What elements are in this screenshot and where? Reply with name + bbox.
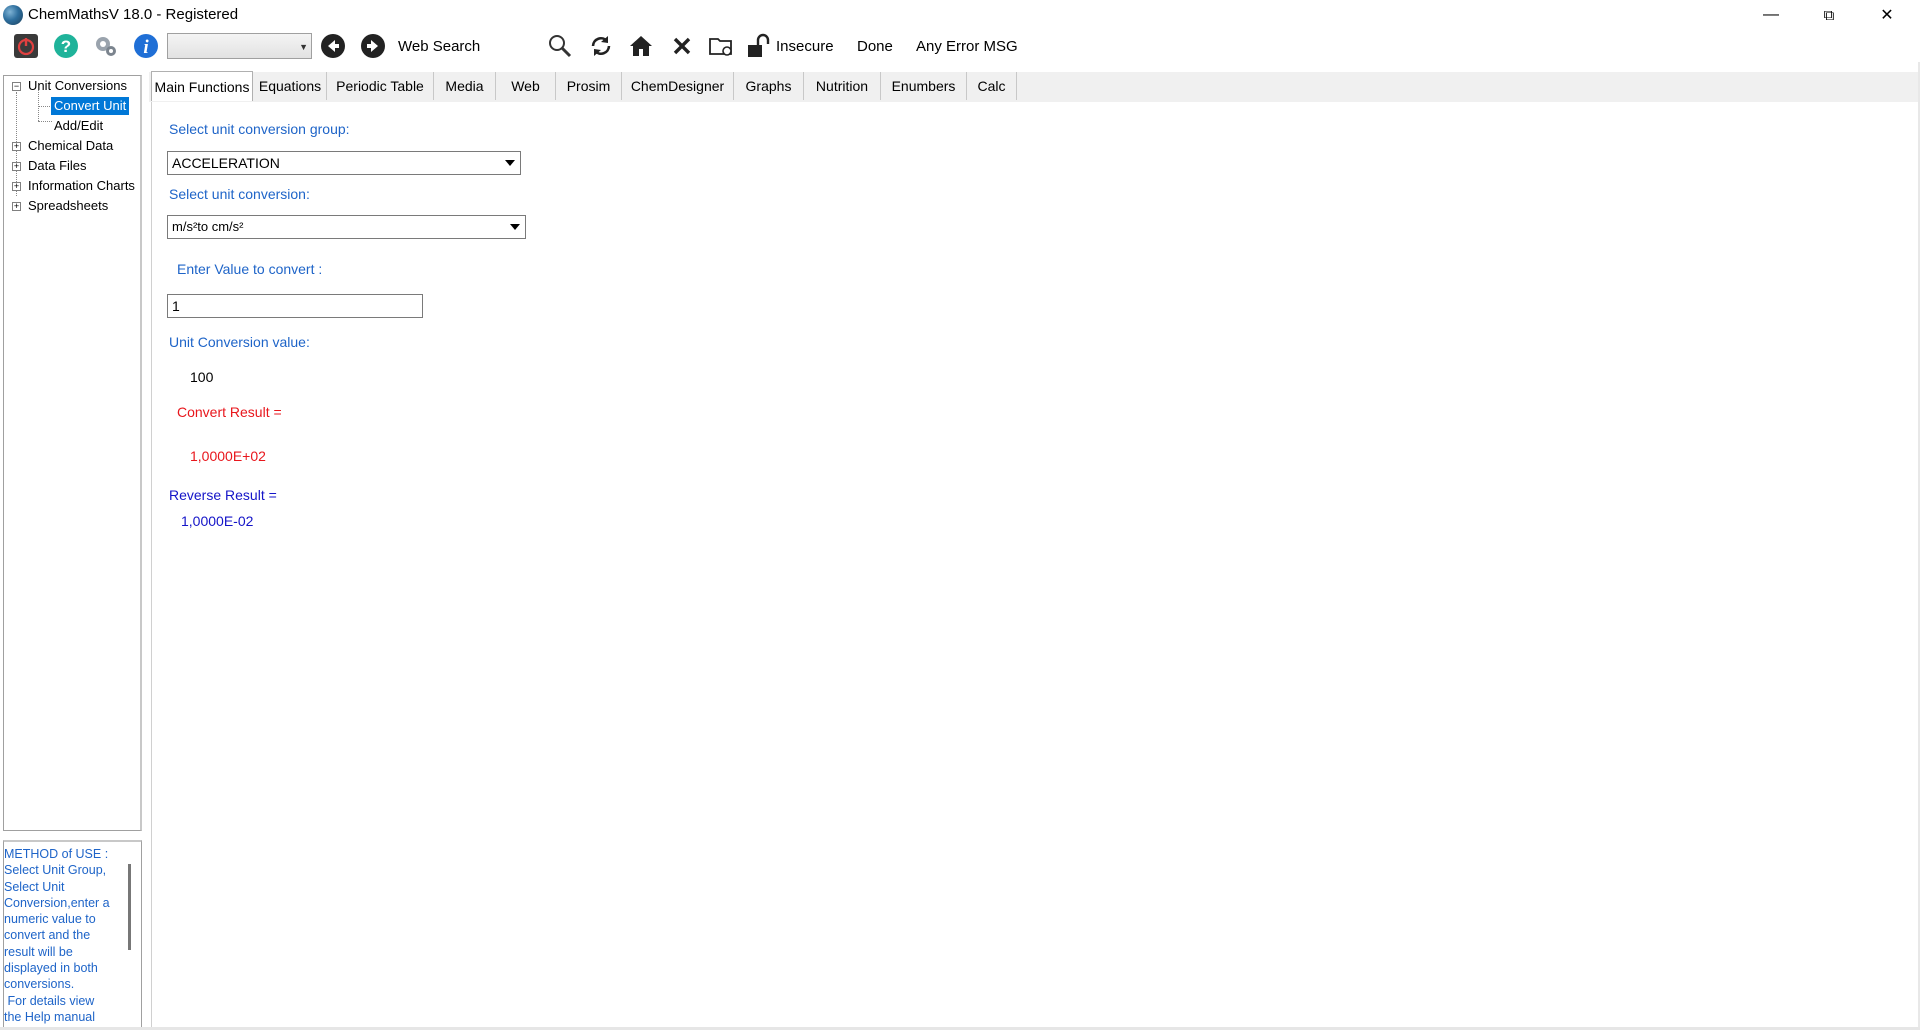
conversion-label: Select unit conversion:	[169, 186, 310, 202]
title-bar: ChemMathsV 18.0 - Registered — ⧉ ✕	[0, 0, 1920, 30]
window-title: ChemMathsV 18.0 - Registered	[28, 6, 239, 23]
tab-strip: Main Functions Equations Periodic Table …	[149, 71, 1920, 102]
back-arrow-icon[interactable]	[320, 33, 346, 59]
conversion-value-label: Unit Conversion value:	[169, 334, 310, 350]
unit-conversion-select[interactable]: m/s²to cm/s²	[167, 215, 526, 239]
convert-result-label: Convert Result =	[177, 404, 282, 420]
tab-graphs[interactable]: Graphs	[734, 72, 804, 100]
magnifier-icon[interactable]	[547, 33, 573, 59]
toolbar-combo[interactable]: ▼	[167, 33, 312, 59]
reverse-result-label: Reverse Result =	[169, 487, 277, 503]
method-of-use-text: METHOD of USE : Select Unit Group, Selec…	[4, 847, 110, 1024]
unlock-icon[interactable]	[745, 33, 771, 59]
done-status: Done	[857, 38, 893, 55]
toolbar: ? i ▼ Web Search Insecure Done Any Error…	[0, 30, 1920, 62]
tab-nutrition[interactable]: Nutrition	[804, 72, 881, 100]
minimize-button[interactable]: —	[1742, 0, 1800, 30]
collapse-toggle-icon[interactable]: −	[12, 82, 21, 91]
svg-text:?: ?	[61, 37, 71, 56]
tree-item-spreadsheets[interactable]: Spreadsheets	[28, 197, 108, 215]
tab-prosim[interactable]: Prosim	[556, 72, 622, 100]
convert-result-value: 1,0000E+02	[190, 448, 266, 464]
tab-equations[interactable]: Equations	[254, 72, 327, 100]
enter-value-label: Enter Value to convert :	[177, 261, 323, 277]
conversion-value: 100	[190, 369, 214, 385]
insecure-label: Insecure	[776, 38, 834, 55]
power-icon[interactable]	[13, 33, 39, 59]
reverse-result-value: 1,0000E-02	[181, 513, 254, 529]
tree-item-unit-conversions[interactable]: Unit Conversions	[28, 77, 127, 95]
tab-calc[interactable]: Calc	[967, 72, 1017, 100]
tree-item-convert-unit[interactable]: Convert Unit	[51, 97, 130, 115]
expand-toggle-icon[interactable]: +	[12, 162, 21, 171]
web-search-label[interactable]: Web Search	[398, 38, 480, 55]
chevron-down-icon: ▼	[299, 42, 308, 52]
svg-text:i: i	[143, 37, 149, 58]
expand-toggle-icon[interactable]: +	[12, 202, 21, 211]
stop-icon[interactable]	[669, 33, 695, 59]
tab-enumbers[interactable]: Enumbers	[881, 72, 967, 100]
navigation-tree: − Unit Conversions Convert Unit Add/Edit…	[3, 75, 142, 831]
main-functions-panel: Select unit conversion group: ACCELERATI…	[151, 102, 1920, 1027]
expand-toggle-icon[interactable]: +	[12, 142, 21, 151]
info-icon[interactable]: i	[133, 33, 159, 59]
close-button[interactable]: ✕	[1858, 0, 1916, 30]
tree-item-chemical-data[interactable]: Chemical Data	[28, 137, 113, 155]
tab-media[interactable]: Media	[434, 72, 496, 100]
chevron-down-icon	[506, 217, 524, 237]
unit-group-select[interactable]: ACCELERATION	[167, 151, 521, 175]
folder-icon[interactable]	[708, 33, 734, 59]
value-input[interactable]: 1	[167, 294, 423, 318]
tab-web[interactable]: Web	[496, 72, 556, 100]
help-icon[interactable]: ?	[53, 33, 79, 59]
tree-line	[38, 121, 52, 122]
group-label: Select unit conversion group:	[169, 121, 350, 137]
tools-icon[interactable]	[93, 33, 119, 59]
error-message: Any Error MSG	[916, 38, 1018, 55]
tab-periodic-table[interactable]: Periodic Table	[327, 72, 434, 100]
refresh-icon[interactable]	[588, 33, 614, 59]
tab-chemdesigner[interactable]: ChemDesigner	[622, 72, 734, 100]
home-icon[interactable]	[628, 33, 654, 59]
tree-item-data-files[interactable]: Data Files	[28, 157, 87, 175]
chevron-down-icon	[501, 153, 519, 173]
restore-button[interactable]: ⧉	[1800, 0, 1858, 30]
tree-item-add-edit[interactable]: Add/Edit	[54, 117, 103, 135]
app-globe-icon	[3, 5, 23, 25]
tree-item-information-charts[interactable]: Information Charts	[28, 177, 135, 195]
scrollbar-thumb[interactable]	[128, 864, 131, 950]
tab-main-functions[interactable]: Main Functions	[151, 71, 253, 101]
tree-line	[38, 106, 52, 107]
method-of-use-panel[interactable]: METHOD of USE : Select Unit Group, Selec…	[3, 840, 142, 1030]
forward-arrow-icon[interactable]	[360, 33, 386, 59]
expand-toggle-icon[interactable]: +	[12, 182, 21, 191]
